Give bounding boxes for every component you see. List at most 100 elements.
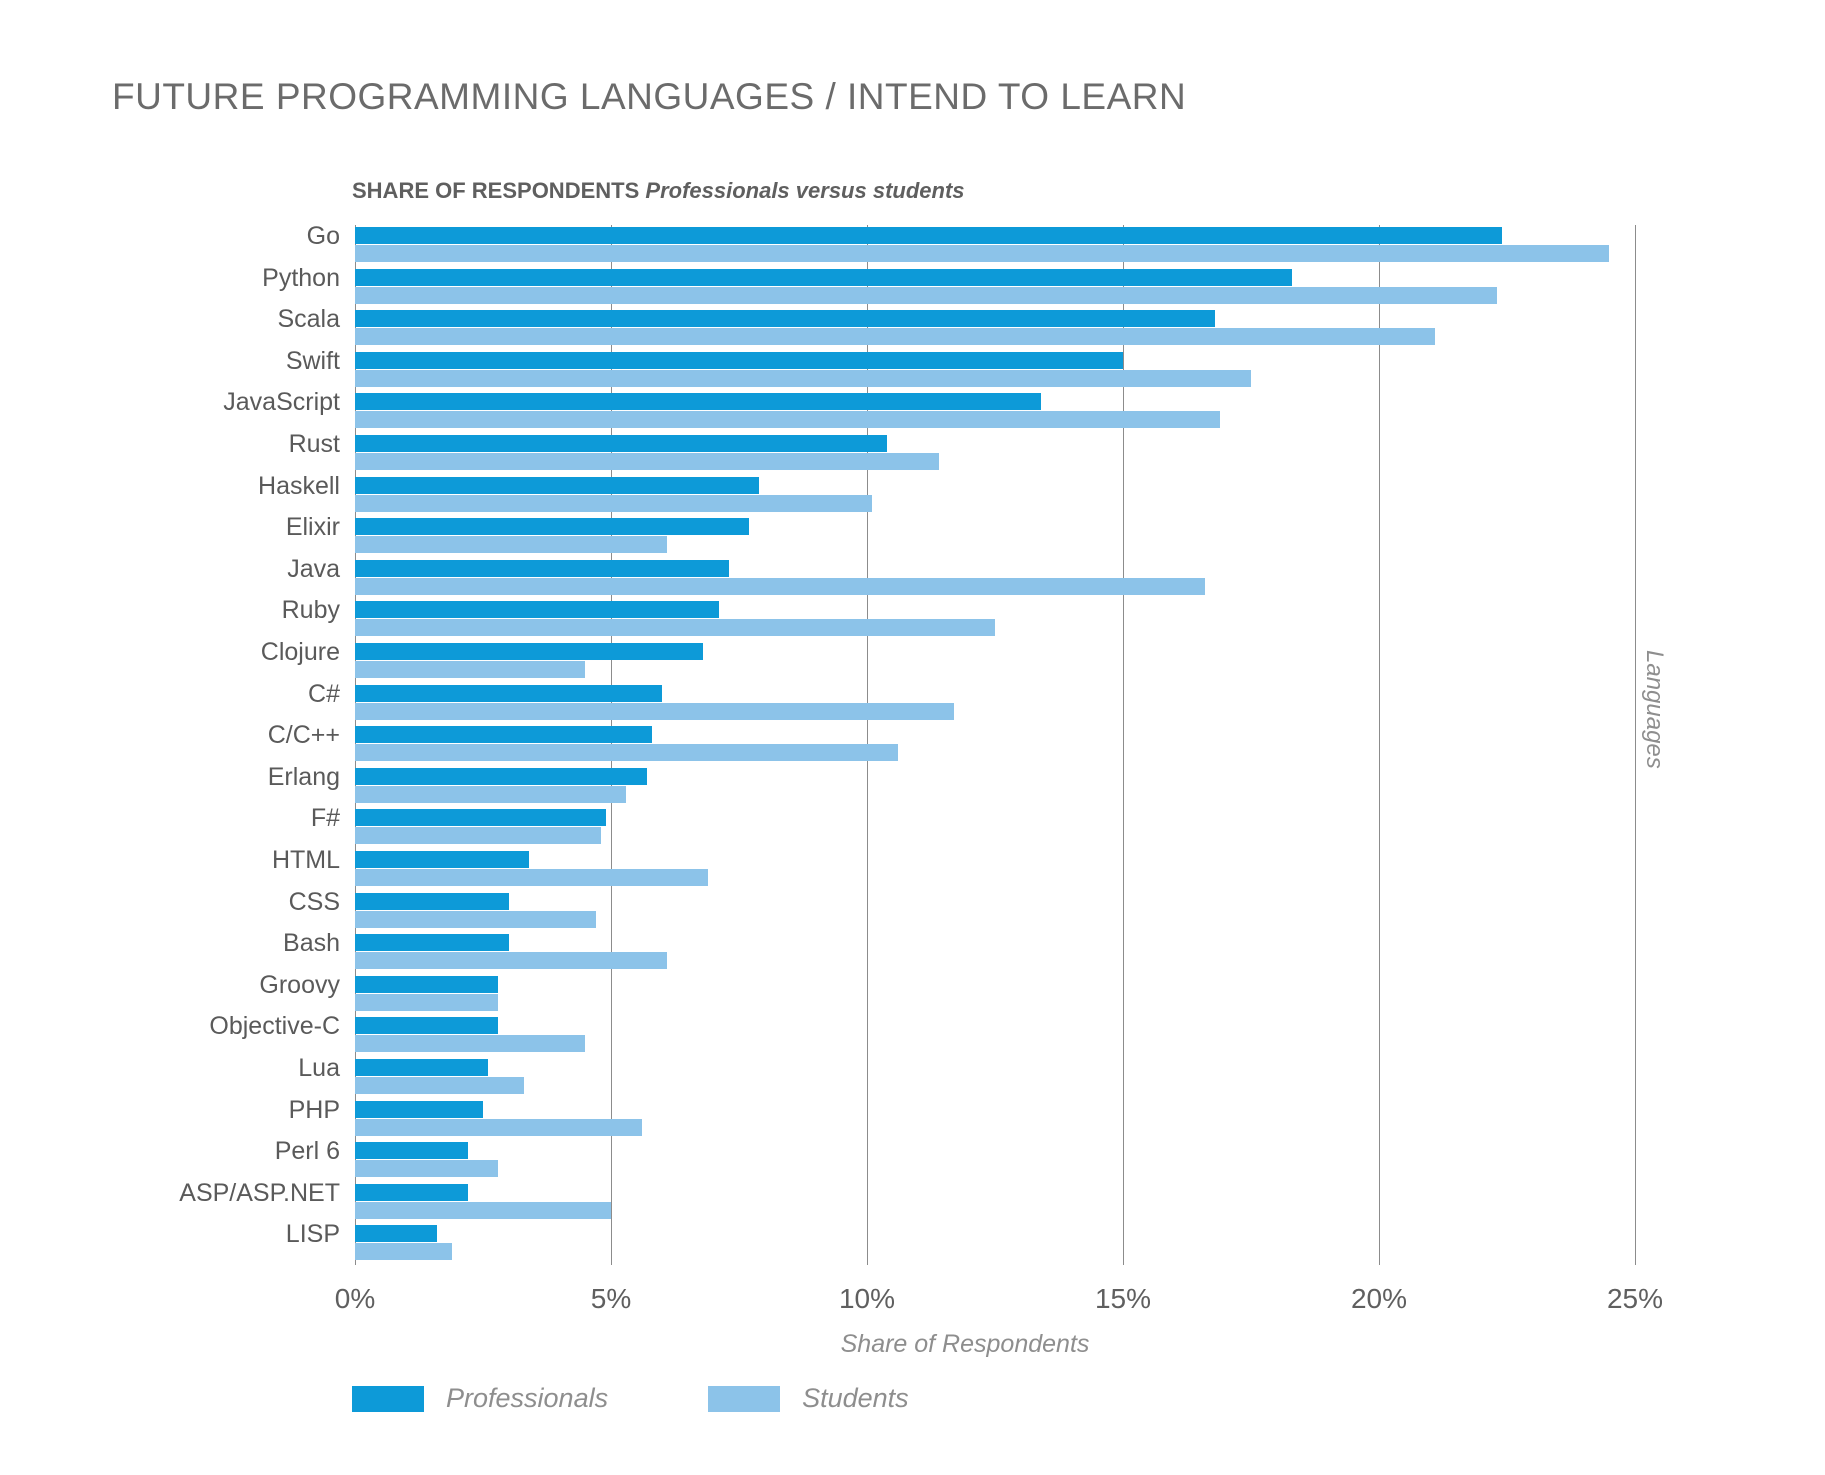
bar-row[interactable] xyxy=(355,683,1635,725)
bar-professionals-css[interactable] xyxy=(355,892,509,910)
bar-students-groovy[interactable] xyxy=(355,993,499,1011)
bar-row[interactable] xyxy=(355,1140,1635,1182)
bar-students-haskell[interactable] xyxy=(355,494,873,512)
legend-item-students[interactable]: Students xyxy=(708,1383,909,1414)
bar-row[interactable] xyxy=(355,891,1635,933)
bar-students-go[interactable] xyxy=(355,245,1610,262)
bar-professionals-python[interactable] xyxy=(355,268,1292,286)
bar-row[interactable] xyxy=(355,1099,1635,1141)
bar-professionals-asp-asp-net[interactable] xyxy=(355,1183,468,1201)
bar-students-bash[interactable] xyxy=(355,952,668,970)
chart-subtitle-bold: SHARE OF RESPONDENTS xyxy=(352,178,640,203)
y-axis-label-c-: C# xyxy=(308,679,340,708)
bar-professionals-lua[interactable] xyxy=(355,1059,489,1076)
bar-students-scala[interactable] xyxy=(355,328,1436,346)
bar-row[interactable] xyxy=(355,1182,1635,1224)
bar-students-html[interactable] xyxy=(355,869,709,886)
bar-students-asp-asp-net[interactable] xyxy=(355,1201,611,1219)
bar-professionals-html[interactable] xyxy=(355,851,530,868)
y-axis-label-elixir: Elixir xyxy=(285,513,340,542)
bar-row[interactable] xyxy=(355,558,1635,600)
bar-students-css[interactable] xyxy=(355,910,596,928)
bar-row[interactable] xyxy=(355,766,1635,808)
bar-professionals-php[interactable] xyxy=(355,1100,483,1118)
y-axis-label-asp-asp-net: ASP/ASP.NET xyxy=(179,1178,340,1207)
bar-row[interactable] xyxy=(355,1223,1635,1265)
bar-row[interactable] xyxy=(355,724,1635,766)
bar-professionals-scala[interactable] xyxy=(355,310,1216,328)
bar-row[interactable] xyxy=(355,225,1635,267)
bar-row[interactable] xyxy=(355,1057,1635,1099)
bar-professionals-javascript[interactable] xyxy=(355,393,1042,411)
x-tick-15%: 15% xyxy=(1094,1283,1152,1314)
y-axis-label-perl-6: Perl 6 xyxy=(274,1137,340,1166)
bar-row[interactable] xyxy=(355,433,1635,475)
bar-students-perl-6[interactable] xyxy=(355,1160,499,1178)
y-axis-label-python: Python xyxy=(262,263,340,292)
bar-students-java[interactable] xyxy=(355,577,1205,595)
y-axis-label-groovy: Groovy xyxy=(259,970,340,999)
y-axis-label-html: HTML xyxy=(271,846,340,874)
y-axis-label-ruby: Ruby xyxy=(281,596,340,625)
bar-professionals-groovy[interactable] xyxy=(355,975,499,993)
y-axis-label-lisp: LISP xyxy=(285,1220,340,1249)
bar-students-lua[interactable] xyxy=(355,1077,524,1094)
bar-students-erlang[interactable] xyxy=(355,785,627,803)
bar-students-c-c-[interactable] xyxy=(355,744,898,762)
bar-row[interactable] xyxy=(355,308,1635,350)
bar-professionals-ruby[interactable] xyxy=(355,601,719,619)
y-axis-label-javascript: JavaScript xyxy=(223,388,340,417)
x-tick-10%: 10% xyxy=(838,1283,896,1314)
bar-row[interactable] xyxy=(355,516,1635,558)
legend-item-professionals[interactable]: Professionals xyxy=(352,1383,608,1414)
bar-students-f-[interactable] xyxy=(355,827,601,845)
bar-row[interactable] xyxy=(355,475,1635,517)
bar-row[interactable] xyxy=(355,641,1635,683)
bar-professionals-java[interactable] xyxy=(355,559,729,577)
bar-professionals-c-[interactable] xyxy=(355,684,663,702)
bar-professionals-go[interactable] xyxy=(355,227,1502,244)
bar-students-objective-c[interactable] xyxy=(355,1035,586,1053)
bar-professionals-haskell[interactable] xyxy=(355,476,760,494)
bar-students-php[interactable] xyxy=(355,1118,642,1136)
bar-professionals-c-c-[interactable] xyxy=(355,726,652,744)
bar-rows xyxy=(355,225,1635,1265)
bar-students-c-[interactable] xyxy=(355,702,955,720)
x-tick-5%: 5% xyxy=(590,1283,632,1314)
bar-row[interactable] xyxy=(355,849,1635,891)
y-axis-label-go: Go xyxy=(306,222,340,250)
bar-professionals-objective-c[interactable] xyxy=(355,1017,499,1035)
x-tick-25%: 25% xyxy=(1606,1283,1664,1314)
y-axis-title: Languages xyxy=(1641,650,1668,769)
bar-row[interactable] xyxy=(355,807,1635,849)
bar-professionals-clojure[interactable] xyxy=(355,643,704,660)
chart-legend: Professionals Students xyxy=(352,1383,1009,1414)
bar-students-javascript[interactable] xyxy=(355,411,1221,429)
bar-row[interactable] xyxy=(355,267,1635,309)
bar-professionals-f-[interactable] xyxy=(355,809,606,827)
bar-professionals-perl-6[interactable] xyxy=(355,1142,468,1160)
chart-subtitle-italic: Professionals versus students xyxy=(645,178,965,203)
bar-students-ruby[interactable] xyxy=(355,619,995,637)
bar-row[interactable] xyxy=(355,932,1635,974)
bar-professionals-rust[interactable] xyxy=(355,435,888,452)
bar-professionals-erlang[interactable] xyxy=(355,767,647,785)
bar-professionals-swift[interactable] xyxy=(355,351,1123,369)
y-axis-label-haskell: Haskell xyxy=(258,471,340,500)
bar-students-rust[interactable] xyxy=(355,453,939,470)
bar-row[interactable] xyxy=(355,974,1635,1016)
bar-students-lisp[interactable] xyxy=(355,1243,453,1261)
bar-professionals-elixir[interactable] xyxy=(355,518,750,536)
x-tick-20%: 20% xyxy=(1350,1283,1408,1314)
bar-students-clojure[interactable] xyxy=(355,661,586,678)
bar-row[interactable] xyxy=(355,350,1635,392)
bar-row[interactable] xyxy=(355,1015,1635,1057)
bar-row[interactable] xyxy=(355,599,1635,641)
bar-students-elixir[interactable] xyxy=(355,536,668,554)
bar-students-swift[interactable] xyxy=(355,369,1251,387)
bar-professionals-lisp[interactable] xyxy=(355,1225,437,1243)
bar-professionals-bash[interactable] xyxy=(355,934,509,952)
bar-row[interactable] xyxy=(355,391,1635,433)
bar-students-python[interactable] xyxy=(355,286,1497,304)
legend-swatch-icon xyxy=(352,1385,424,1412)
